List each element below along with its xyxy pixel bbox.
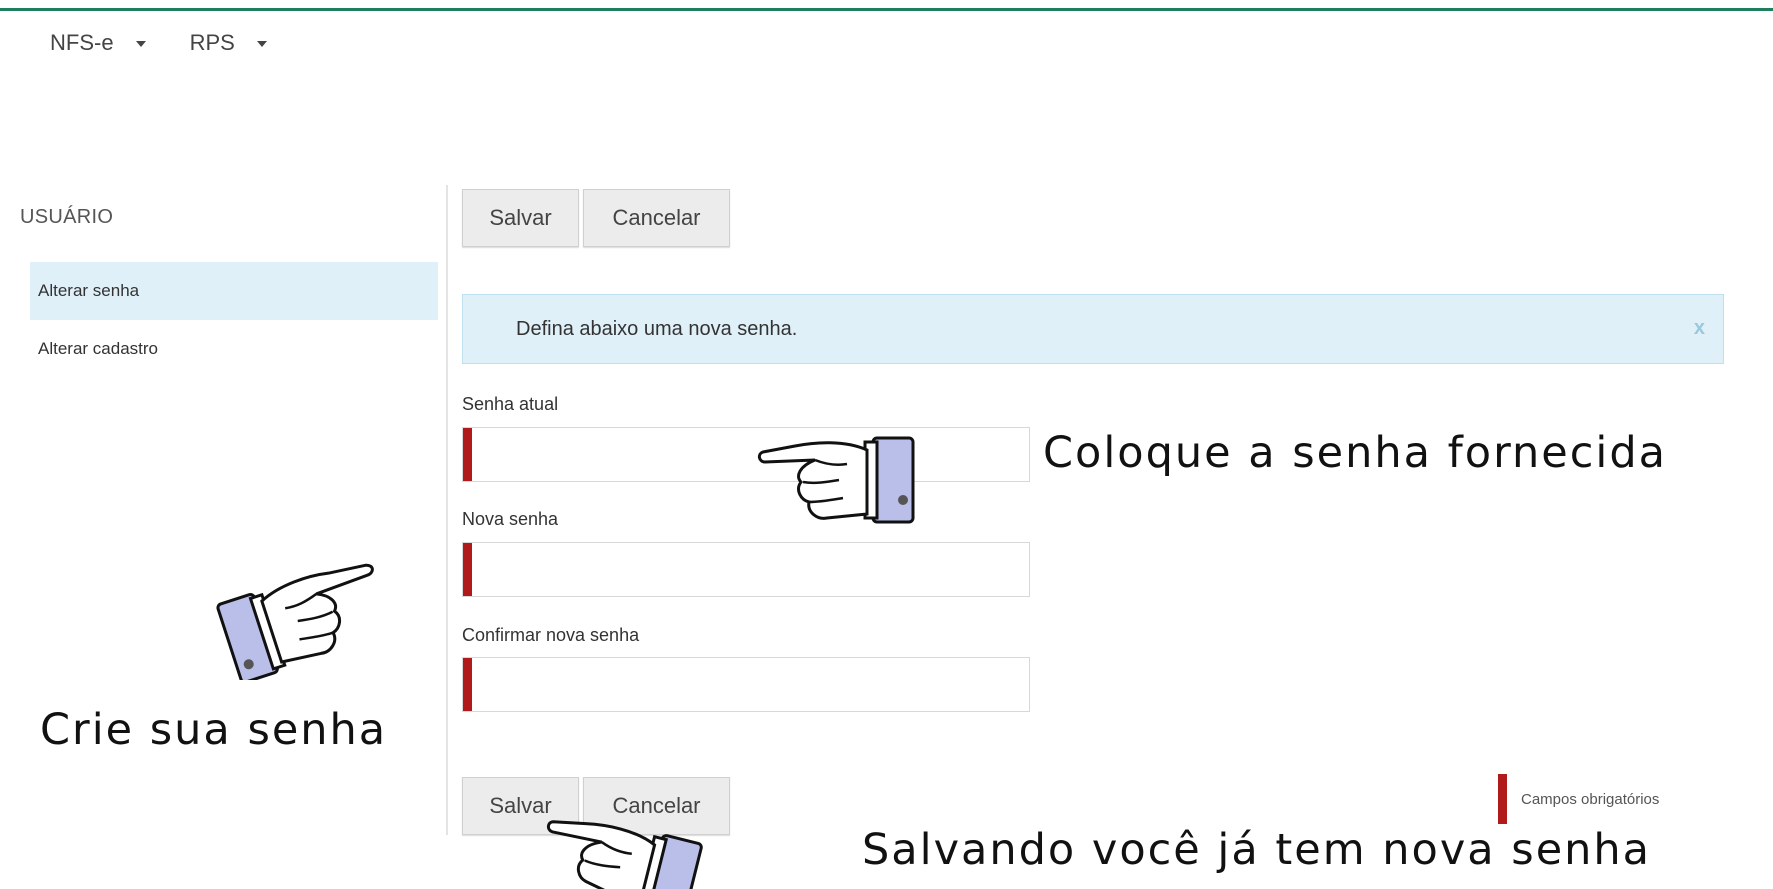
pointing-hand-left-icon (546, 820, 703, 889)
confirm-password-label: Confirmar nova senha (462, 625, 640, 645)
annotation-provided-password: Coloque a senha fornecida (1043, 428, 1667, 478)
sidebar-item-label: Alterar senha (38, 281, 140, 300)
required-fields-legend: Campos obrigatórios (1498, 774, 1659, 824)
current-password-input[interactable] (477, 434, 1021, 476)
info-alert: Defina abaixo uma nova senha. x (462, 294, 1724, 364)
required-indicator (463, 428, 472, 481)
annotation-saving: Salvando você já tem nova senha (862, 825, 1652, 875)
top-nav: NFS-e RPS (50, 30, 311, 56)
sidebar-item-alterar-cadastro[interactable]: Alterar cadastro (30, 320, 438, 378)
annotation-create-password: Crie sua senha (40, 705, 388, 755)
current-password-label: Senha atual (462, 394, 559, 414)
save-button-label: Salvar (489, 205, 552, 230)
new-password-label: Nova senha (462, 509, 559, 529)
pointing-hand-left-icon (757, 436, 915, 524)
nav-nfse-menu[interactable]: NFS-e (50, 30, 146, 56)
cancel-button-top[interactable]: Cancelar (583, 189, 730, 247)
required-indicator (463, 658, 472, 711)
sidebar-item-label: Alterar cadastro (38, 339, 158, 358)
nav-rps-menu[interactable]: RPS (190, 30, 267, 56)
cancel-button-label: Cancelar (612, 205, 701, 230)
new-password-field[interactable] (462, 542, 1030, 597)
close-icon[interactable]: x (1694, 317, 1705, 340)
required-legend-label: Campos obrigatórios (1521, 790, 1660, 808)
sidebar-item-alterar-senha[interactable]: Alterar senha (30, 262, 438, 320)
caret-down-icon (256, 41, 267, 47)
alert-message: Defina abaixo uma nova senha. (516, 317, 798, 340)
sidebar-divider (446, 185, 448, 835)
required-indicator (1498, 774, 1507, 824)
sidebar-title: USUÁRIO (20, 206, 114, 228)
confirm-password-input[interactable] (477, 664, 1021, 706)
save-button-top[interactable]: Salvar (462, 189, 579, 247)
nav-nfse-label: NFS-e (50, 30, 114, 55)
nav-rps-label: RPS (189, 30, 235, 55)
current-password-field[interactable] (462, 427, 1030, 482)
required-indicator (463, 543, 472, 596)
top-accent-line (0, 8, 1773, 11)
new-password-input[interactable] (477, 549, 1021, 591)
caret-down-icon (135, 41, 146, 47)
pointing-hand-right-icon (216, 563, 374, 680)
confirm-password-field[interactable] (462, 657, 1030, 712)
